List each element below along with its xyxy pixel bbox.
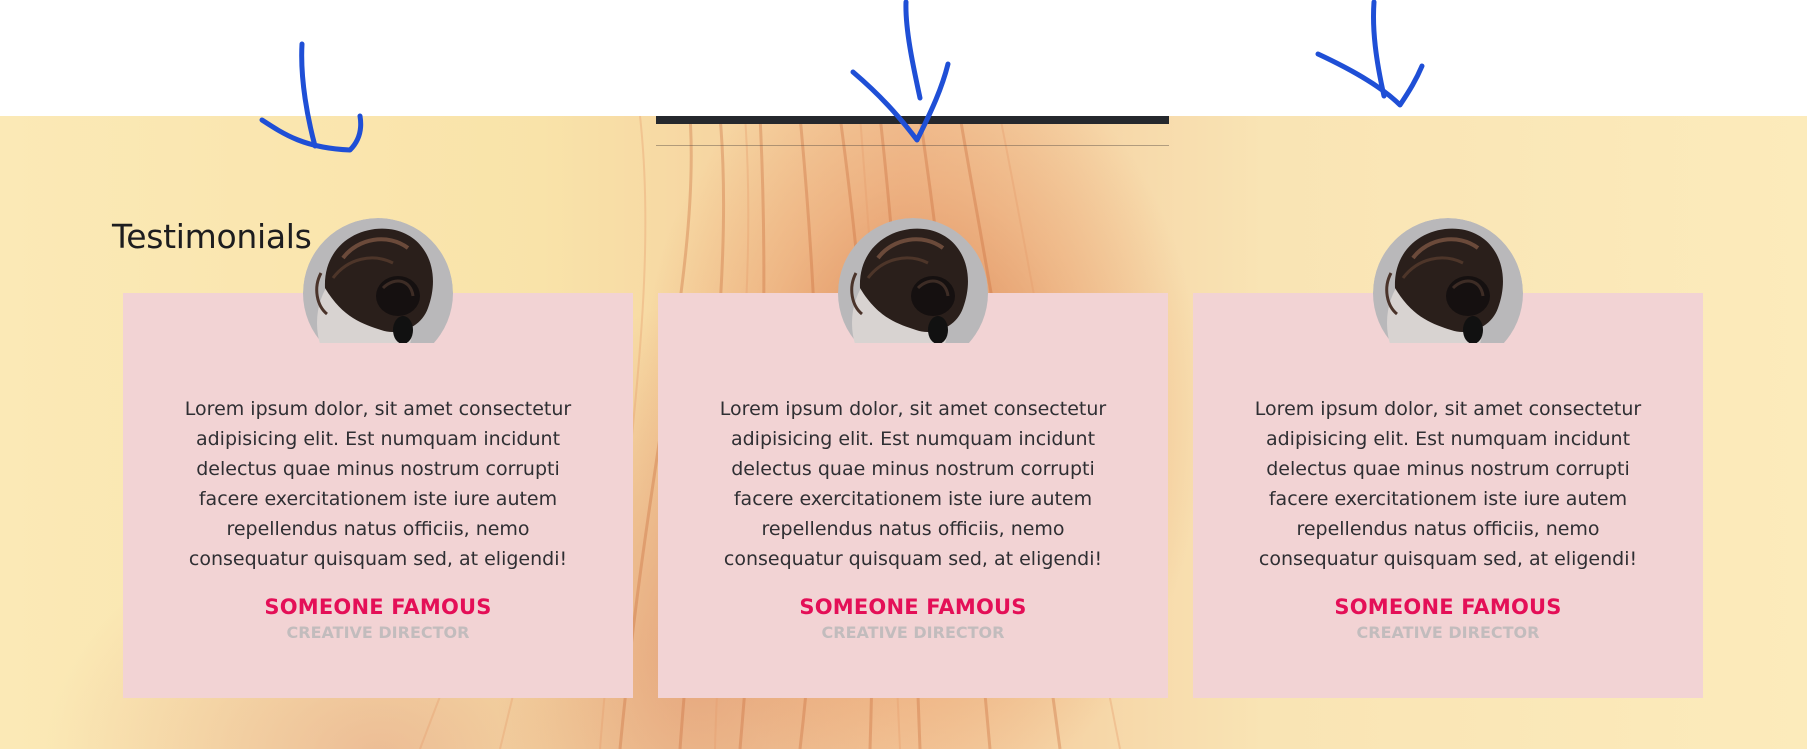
testimonial-card: Lorem ipsum dolor, sit amet consectetur … — [658, 293, 1168, 698]
testimonial-role: CREATIVE DIRECTOR — [821, 623, 1005, 642]
testimonial-card: Lorem ipsum dolor, sit amet consectetur … — [1193, 293, 1703, 698]
page: Testimonials Lorem ipsum dolor, sit amet… — [0, 0, 1807, 749]
testimonial-quote: Lorem ipsum dolor, sit amet consectetur … — [1254, 398, 1642, 570]
testimonial-card: Lorem ipsum dolor, sit amet consectetur … — [123, 293, 633, 698]
testimonial-name: SOMEONE FAMOUS — [1334, 595, 1562, 619]
divider-line — [656, 145, 1169, 146]
top-white-band — [0, 0, 1807, 116]
testimonial-name: SOMEONE FAMOUS — [799, 595, 1027, 619]
testimonial-role: CREATIVE DIRECTOR — [1356, 623, 1540, 642]
testimonial-quote: Lorem ipsum dolor, sit amet consectetur … — [184, 398, 572, 570]
navbar-dark-bar — [656, 116, 1169, 124]
testimonial-quote: Lorem ipsum dolor, sit amet consectetur … — [719, 398, 1107, 570]
testimonial-role: CREATIVE DIRECTOR — [286, 623, 470, 642]
section-title: Testimonials — [112, 217, 312, 256]
testimonial-name: SOMEONE FAMOUS — [264, 595, 492, 619]
